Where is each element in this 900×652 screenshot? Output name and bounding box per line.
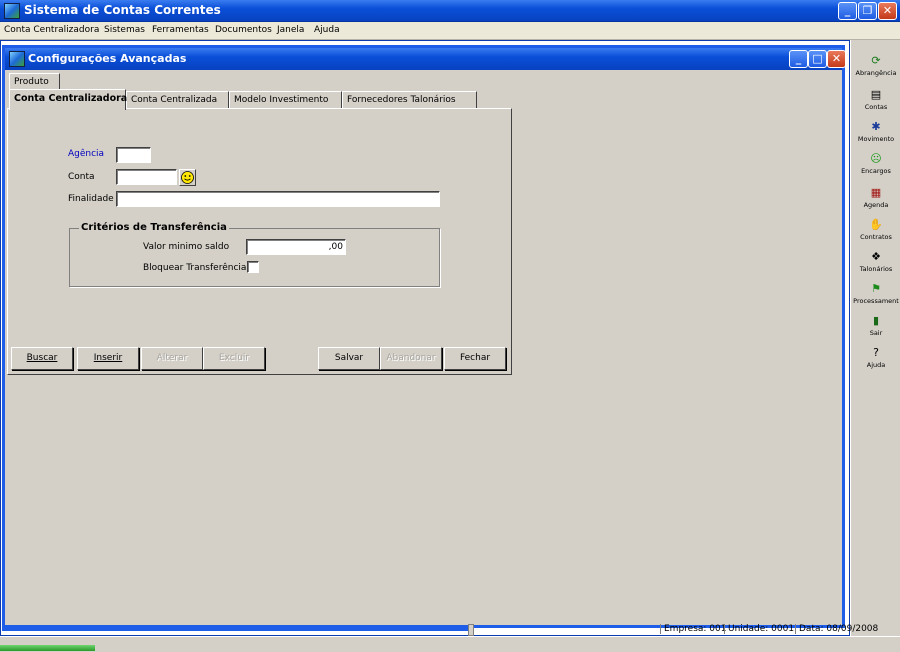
alterar-label: Alterar	[156, 353, 188, 363]
agencia-field[interactable]	[116, 147, 151, 163]
app-titlebar[interactable]: Sistema de Contas Correntes _ ❐ ✕	[0, 0, 900, 22]
toolbar-label: Movimento	[857, 135, 895, 143]
toolbar-encargos[interactable]: ☹ Encargos	[851, 152, 900, 175]
conta-lookup-button[interactable]	[179, 169, 196, 186]
toolbar-talonarios[interactable]: ❖ Talonários	[851, 250, 900, 273]
calendar-icon: ▦	[870, 186, 882, 199]
menu-documentos[interactable]: Documentos	[215, 25, 272, 35]
right-toolbar: ⟳ Abrangência ▤ Contas ✱ Movimento ☹ Enc…	[850, 40, 900, 636]
status-bar	[0, 636, 900, 652]
exit-door-icon: ▮	[872, 314, 880, 327]
inserir-label: Inserir	[93, 353, 123, 363]
window-maximize-button[interactable]: □	[808, 50, 827, 68]
toolbar-processamento[interactable]: ⚑ Processament	[851, 282, 900, 305]
salvar-button[interactable]: Salvar	[318, 347, 380, 370]
window-titlebar[interactable]: Configurações Avançadas _ □ ✕	[5, 48, 846, 70]
window-close-button[interactable]: ✕	[827, 50, 846, 68]
globe-icon: ⟳	[871, 54, 881, 67]
excluir-button[interactable]: Excluir	[203, 347, 265, 370]
valor-minimo-field[interactable]: ,00	[246, 239, 346, 255]
alterar-button[interactable]: Alterar	[141, 347, 203, 370]
accounts-icon: ▤	[870, 88, 882, 101]
buscar-label: Buscar	[26, 353, 58, 363]
toolbar-label: Processament	[853, 297, 899, 305]
conta-label: Conta	[68, 172, 95, 182]
abandonar-button[interactable]: Abandonar	[380, 347, 442, 370]
abandonar-label: Abandonar	[386, 353, 436, 363]
sad-face-icon: ☹	[870, 152, 882, 165]
toolbar-label: Agenda	[863, 201, 889, 209]
fechar-button[interactable]: Fechar	[444, 347, 506, 370]
menu-janela[interactable]: Janela	[277, 25, 304, 35]
fechar-label: Fechar	[459, 353, 491, 363]
toolbar-label: Abrangência	[855, 69, 897, 77]
status-empresa: Empresa: 001	[660, 624, 726, 634]
toolbar-label: Talonários	[859, 265, 893, 273]
progress-bar	[0, 645, 95, 651]
bloquear-label: Bloquear Transferência	[143, 263, 247, 273]
window-bottom-bar	[2, 627, 468, 631]
criterios-groupbox	[69, 228, 440, 287]
toolbar-agenda[interactable]: ▦ Agenda	[851, 186, 900, 209]
menu-ferramentas[interactable]: Ferramentas	[152, 25, 209, 35]
menu-conta-centralizadora[interactable]: Conta Centralizadora	[4, 25, 99, 35]
toolbar-label: Contas	[864, 103, 888, 111]
status-data: Data: 08/09/2008	[795, 624, 878, 634]
toolbar-label: Sair	[869, 329, 883, 337]
toolbar-movimento[interactable]: ✱ Movimento	[851, 120, 900, 143]
toolbar-label: Contratos	[860, 233, 892, 241]
handshake-icon: ✋	[869, 218, 883, 231]
menu-bar: Conta Centralizadora Sistemas Ferramenta…	[0, 22, 900, 40]
criterios-title: Critérios de Transferência	[79, 222, 229, 233]
salvar-label: Salvar	[334, 353, 364, 363]
bloquear-checkbox[interactable]	[247, 261, 259, 273]
minimize-button[interactable]: _	[838, 2, 857, 20]
toolbar-ajuda[interactable]: ? Ajuda	[851, 346, 900, 369]
toolbar-contratos[interactable]: ✋ Contratos	[851, 218, 900, 241]
restore-button[interactable]: ❐	[858, 2, 877, 20]
toolbar-sair[interactable]: ▮ Sair	[851, 314, 900, 337]
toolbar-abrangencia[interactable]: ⟳ Abrangência	[851, 54, 900, 77]
toolbar-label: Encargos	[861, 167, 891, 175]
toolbar-contas[interactable]: ▤ Contas	[851, 88, 900, 111]
runner-icon: ✱	[871, 120, 881, 133]
menu-ajuda[interactable]: Ajuda	[314, 25, 340, 35]
toolbar-label: Ajuda	[866, 361, 886, 369]
flag-icon: ⚑	[871, 282, 881, 295]
help-icon: ?	[873, 346, 879, 359]
buscar-button[interactable]: Buscar	[11, 347, 73, 370]
window-icon	[9, 51, 25, 67]
menu-sistemas[interactable]: Sistemas	[104, 25, 145, 35]
status-unidade: Unidade: 0001	[724, 624, 794, 634]
splitter-handle[interactable]	[468, 624, 474, 636]
finalidade-field[interactable]	[116, 191, 440, 207]
app-icon	[4, 3, 20, 19]
close-button[interactable]: ✕	[878, 2, 897, 20]
window-title: Configurações Avançadas	[28, 52, 187, 65]
inserir-button[interactable]: Inserir	[77, 347, 139, 370]
app-title: Sistema de Contas Correntes	[24, 3, 221, 17]
agencia-label: Agência	[68, 149, 105, 159]
tab-conta-centralizadora[interactable]: Conta Centralizadora	[9, 89, 127, 110]
valor-minimo-label: Valor minimo saldo	[143, 242, 230, 252]
excluir-label: Excluir	[218, 353, 250, 363]
window-minimize-button[interactable]: _	[789, 50, 808, 68]
checkbook-icon: ❖	[871, 250, 881, 263]
finalidade-label: Finalidade	[68, 194, 114, 204]
smiley-icon	[181, 171, 194, 184]
conta-field[interactable]	[116, 169, 177, 185]
